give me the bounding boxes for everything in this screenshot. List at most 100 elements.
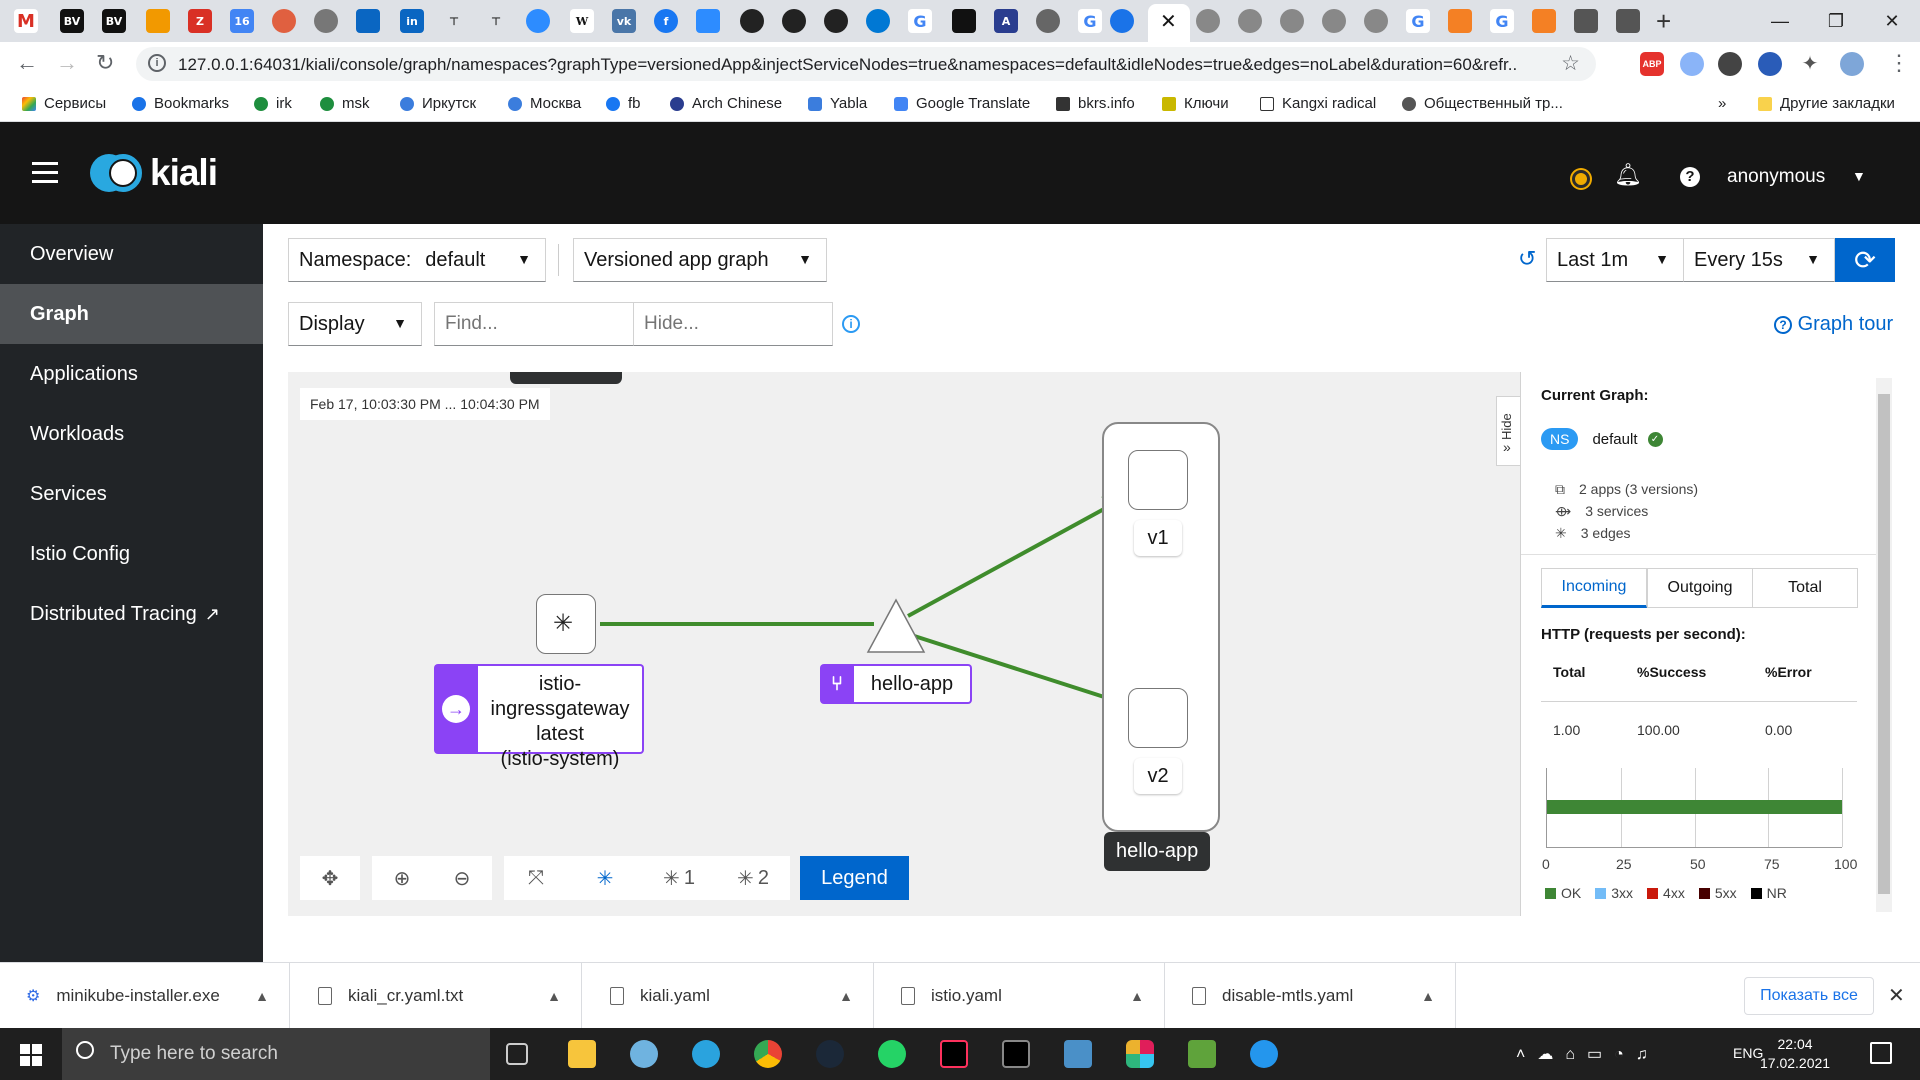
- bookmark-irk[interactable]: irk: [254, 95, 292, 112]
- bookmark-bkrs[interactable]: bkrs.info: [1056, 95, 1135, 112]
- user-menu[interactable]: anonymous: [1727, 166, 1825, 188]
- bv-tab-icon[interactable]: BV: [60, 9, 84, 33]
- url-text[interactable]: 127.0.0.1:64031/kiali/console/graph/name…: [178, 55, 1518, 75]
- file-explorer-icon[interactable]: [568, 1040, 596, 1068]
- app-icon-paint[interactable]: [630, 1040, 658, 1068]
- tab-icon-31[interactable]: [1322, 9, 1346, 33]
- tab-icon-24[interactable]: [1036, 9, 1060, 33]
- v1-node[interactable]: [1128, 450, 1188, 510]
- sidebar-item-istio-config[interactable]: Istio Config: [0, 524, 263, 584]
- tab-icon-10[interactable]: ⊤: [442, 9, 466, 33]
- help-icon[interactable]: ?: [1680, 167, 1700, 187]
- profile-avatar[interactable]: [1840, 52, 1864, 76]
- windows-start-icon[interactable]: [20, 1044, 42, 1066]
- duration-select[interactable]: Last 1m ▼: [1546, 238, 1684, 282]
- hide-panel-tab[interactable]: Hide »: [1496, 396, 1520, 466]
- taskbar-clock[interactable]: 22:04 17.02.2021: [1760, 1035, 1830, 1073]
- layout-default-icon[interactable]: ✳︎: [568, 856, 642, 900]
- steam-icon[interactable]: [816, 1040, 844, 1068]
- tab-icon-3[interactable]: [146, 9, 170, 33]
- wikipedia-tab-icon[interactable]: W: [570, 9, 594, 33]
- tab-icon-8[interactable]: [356, 9, 380, 33]
- notifications-icon[interactable]: [1870, 1042, 1892, 1064]
- pan-control[interactable]: ✥: [300, 856, 360, 900]
- layout-1-button[interactable]: ✳︎ 1: [642, 856, 716, 900]
- vk-tab-icon[interactable]: vk: [612, 9, 636, 33]
- task-view-icon[interactable]: [506, 1043, 528, 1065]
- chevron-up-icon[interactable]: ▲: [1130, 988, 1144, 1004]
- stackoverflow-tab-icon[interactable]: [1448, 9, 1472, 33]
- extension-icon-4[interactable]: [1758, 52, 1782, 76]
- tab-icon-38[interactable]: [1616, 9, 1640, 33]
- browser-menu-icon[interactable]: ⋮: [1888, 50, 1910, 76]
- tab-icon-7[interactable]: [314, 9, 338, 33]
- input-language[interactable]: ENG: [1733, 1045, 1763, 1061]
- sidebar-item-graph[interactable]: Graph: [0, 284, 263, 344]
- v2-node[interactable]: [1128, 688, 1188, 748]
- github-tab-icon-3[interactable]: [824, 9, 848, 33]
- graph-tour-link[interactable]: ? Graph tour: [1774, 313, 1893, 336]
- namespace-select[interactable]: Namespace: default ▼: [288, 238, 546, 282]
- tab-incoming[interactable]: Incoming: [1541, 568, 1647, 608]
- user-menu-caret-icon[interactable]: ▼: [1852, 168, 1866, 184]
- close-downloads-icon[interactable]: ✕: [1888, 983, 1905, 1008]
- terminal-icon[interactable]: [1002, 1040, 1030, 1068]
- bookmark-fb[interactable]: fb: [606, 95, 641, 112]
- sidebar-item-distributed-tracing[interactable]: Distributed Tracing ↗: [0, 584, 263, 644]
- app-icon-window[interactable]: [1064, 1040, 1092, 1068]
- tab-icon-4[interactable]: Z: [188, 9, 212, 33]
- download-item[interactable]: disable-mtls.yaml ▲: [1166, 963, 1456, 1029]
- info-icon[interactable]: i: [842, 315, 860, 333]
- tab-icon-26[interactable]: [1110, 9, 1134, 33]
- bookmark-transport[interactable]: Общественный тр...: [1402, 95, 1563, 112]
- google-tab-icon[interactable]: G: [908, 9, 932, 33]
- slack-icon[interactable]: [1126, 1040, 1154, 1068]
- adblock-extension-icon[interactable]: ABP: [1640, 52, 1664, 76]
- refresh-interval-select[interactable]: Every 15s ▼: [1683, 238, 1835, 282]
- reload-icon[interactable]: ↻: [96, 50, 114, 76]
- show-all-downloads-button[interactable]: Показать все: [1744, 977, 1874, 1015]
- sidebar-item-services[interactable]: Services: [0, 464, 263, 524]
- download-item[interactable]: istio.yaml ▲: [875, 963, 1165, 1029]
- tab-total[interactable]: Total: [1752, 568, 1858, 608]
- forward-icon[interactable]: →: [56, 50, 78, 76]
- display-select[interactable]: Display ▼: [288, 302, 422, 346]
- taskbar-search[interactable]: Type here to search: [62, 1028, 490, 1080]
- stackoverflow-tab-icon-2[interactable]: [1532, 9, 1556, 33]
- legend-button[interactable]: Legend: [800, 856, 909, 900]
- active-tab[interactable]: ✕: [1148, 4, 1190, 42]
- service-node[interactable]: [866, 598, 926, 654]
- bookmark-bookmarks[interactable]: Bookmarks: [132, 95, 229, 112]
- download-item[interactable]: ⚙︎ minikube-installer.exe ▲: [0, 963, 290, 1029]
- whatsapp-icon[interactable]: [878, 1040, 906, 1068]
- history-icon[interactable]: ↺: [1518, 246, 1536, 272]
- pan-icon[interactable]: ✥: [300, 856, 360, 900]
- tray-icons[interactable]: ˄☁⌂▭◔♫: [1516, 1044, 1660, 1064]
- bookmark-moscow[interactable]: Москва: [508, 95, 581, 112]
- scrollbar-thumb[interactable]: [1878, 394, 1890, 894]
- chevron-up-icon[interactable]: ▲: [1421, 988, 1435, 1004]
- telegram-icon[interactable]: [692, 1040, 720, 1068]
- graph-canvas[interactable]: Feb 17, 10:03:30 PM ... 10:04:30 PM ✳︎ →…: [288, 372, 1520, 916]
- bookmark-irkutsk[interactable]: Иркутск: [400, 95, 476, 112]
- gmail-tab-icon[interactable]: M: [14, 9, 38, 33]
- tab-icon-20[interactable]: [866, 9, 890, 33]
- bookmark-yabla[interactable]: Yabla: [808, 95, 867, 112]
- extensions-puzzle-icon[interactable]: ✦: [1798, 52, 1822, 76]
- tab-icon-16[interactable]: [696, 9, 720, 33]
- fit-to-screen-icon[interactable]: ⤧: [504, 856, 568, 900]
- find-input[interactable]: [434, 302, 634, 346]
- bookmark-msk[interactable]: msk: [320, 95, 370, 112]
- gateway-node[interactable]: ✳︎: [536, 594, 596, 654]
- extension-icon-3[interactable]: [1718, 52, 1742, 76]
- notifications-bell-icon[interactable]: 🔔︎: [1614, 162, 1642, 188]
- menu-toggle-icon[interactable]: [32, 162, 58, 189]
- download-item[interactable]: kiali.yaml ▲: [584, 963, 874, 1029]
- facebook-tab-icon[interactable]: f: [654, 9, 678, 33]
- back-icon[interactable]: ←: [16, 50, 38, 76]
- intellij-icon[interactable]: [940, 1040, 968, 1068]
- tab-outgoing[interactable]: Outgoing: [1647, 568, 1753, 608]
- chevron-up-icon[interactable]: ▲: [255, 988, 269, 1004]
- bookmark-kangxi[interactable]: Kangxi radical: [1260, 95, 1376, 112]
- bookmark-services[interactable]: Сервисы: [22, 95, 106, 112]
